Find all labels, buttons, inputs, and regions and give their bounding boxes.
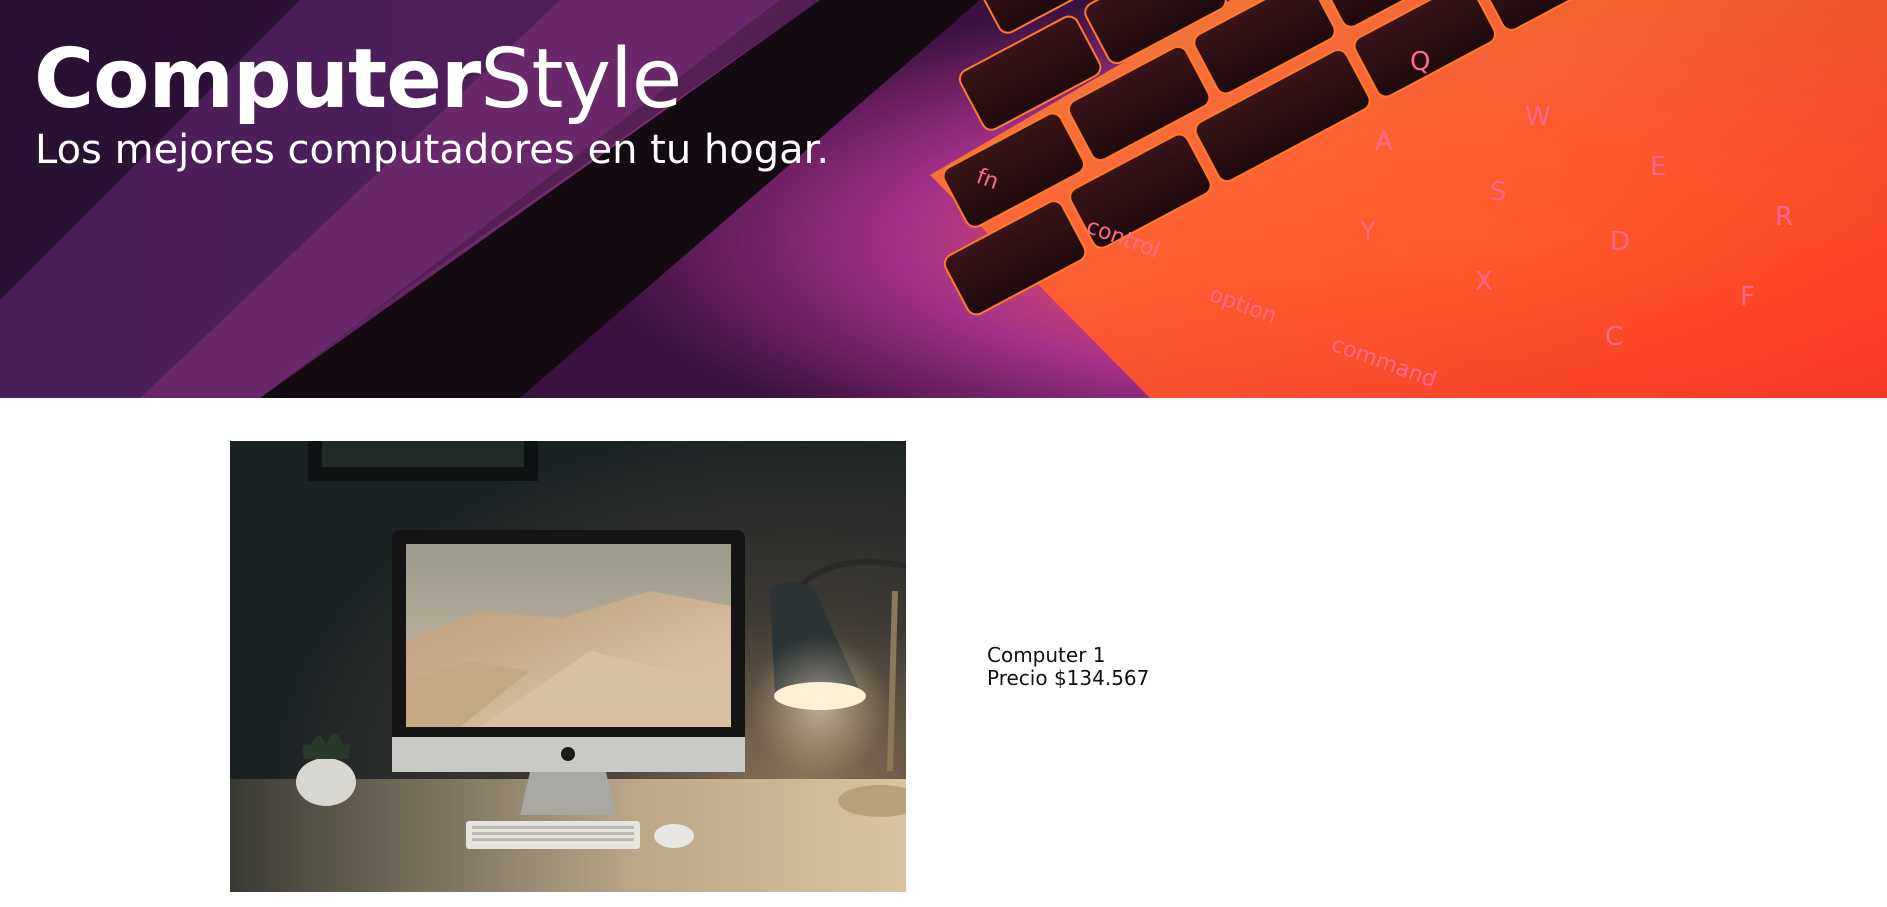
site-title-bold: Computer [34,32,481,127]
key-e: E [1650,152,1666,182]
product-image [230,441,906,892]
key-s: S [1490,177,1507,207]
desktop-computer-photo [230,441,906,892]
product-price: Precio $134.567 [987,666,1150,690]
key-c: C [1605,322,1623,352]
site-title: ComputerStyle [34,30,682,130]
key-f: F [1740,282,1755,312]
product-card: Computer 1 Precio $134.567 [230,441,1657,892]
product-details: Computer 1 Precio $134.567 [987,644,1149,690]
key-q: Q [1410,47,1430,77]
key-d: D [1610,227,1630,257]
key-w: W [1525,102,1551,132]
product-name: Computer 1 [987,643,1106,667]
site-title-light: Style [480,32,682,127]
key-x: X [1475,267,1493,297]
key-a: A [1375,127,1393,157]
hero-banner: fn control option command A S D F Q W E … [0,0,1887,398]
apple-logo-icon [561,747,575,761]
key-r: R [1775,202,1793,232]
site-tagline: Los mejores computadores en tu hogar. [35,127,830,173]
key-y: Y [1359,217,1376,247]
